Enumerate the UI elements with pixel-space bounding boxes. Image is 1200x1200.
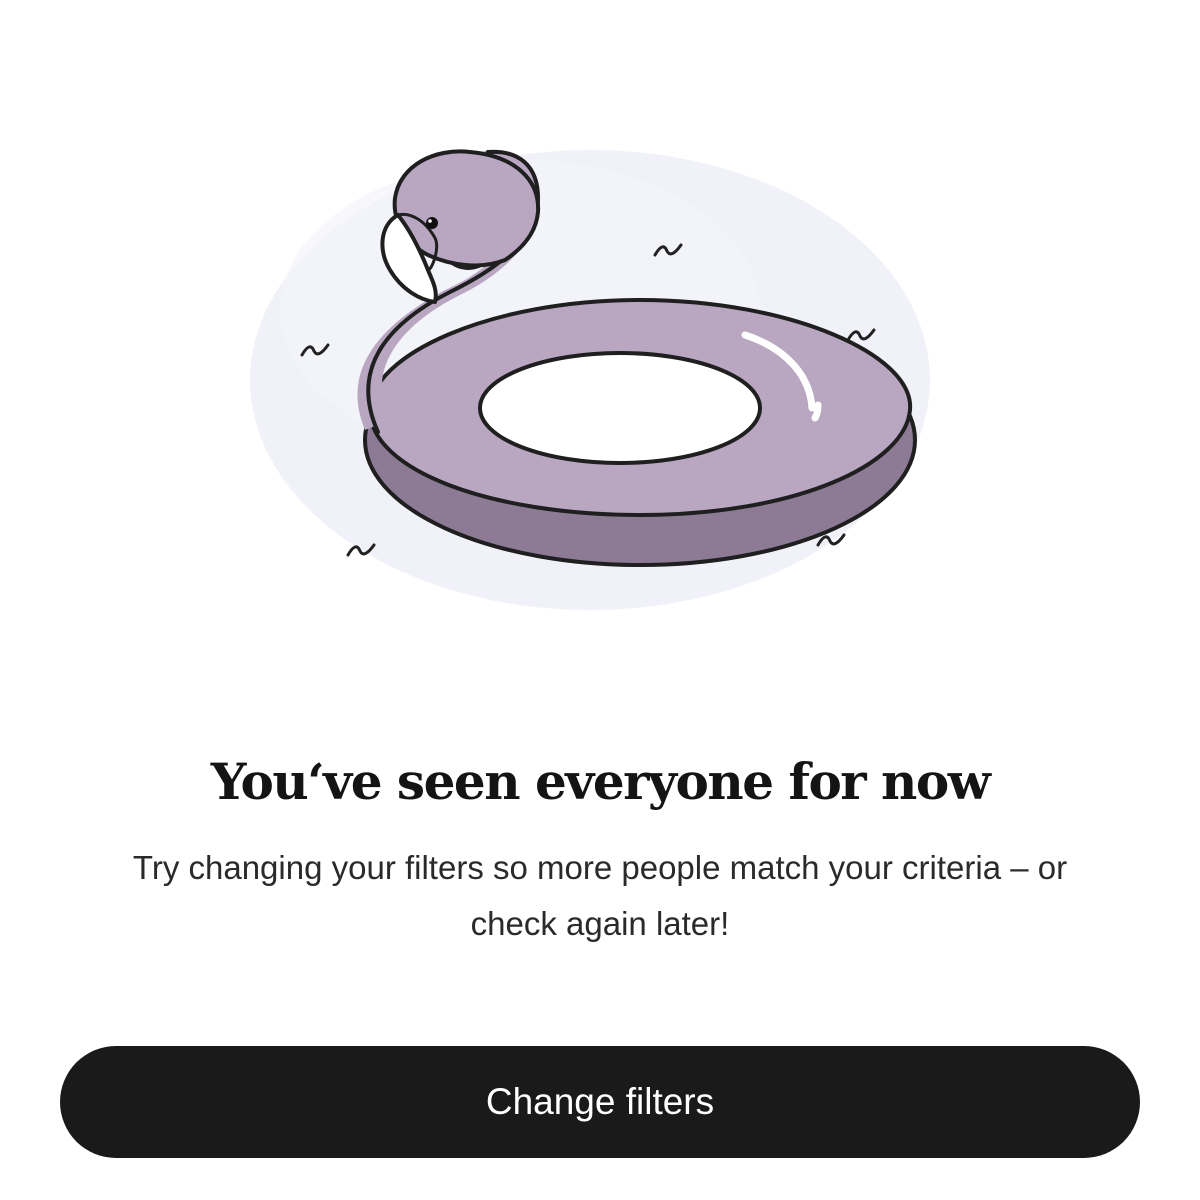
change-filters-button[interactable]: Change filters (60, 1046, 1140, 1158)
empty-state-screen: You‘ve seen everyone for now Try changin… (0, 0, 1200, 1200)
flamingo-float-icon (220, 120, 980, 640)
empty-state-title: You‘ve seen everyone for now (210, 752, 991, 811)
empty-state-message: Try changing your filters so more people… (132, 849, 1068, 942)
